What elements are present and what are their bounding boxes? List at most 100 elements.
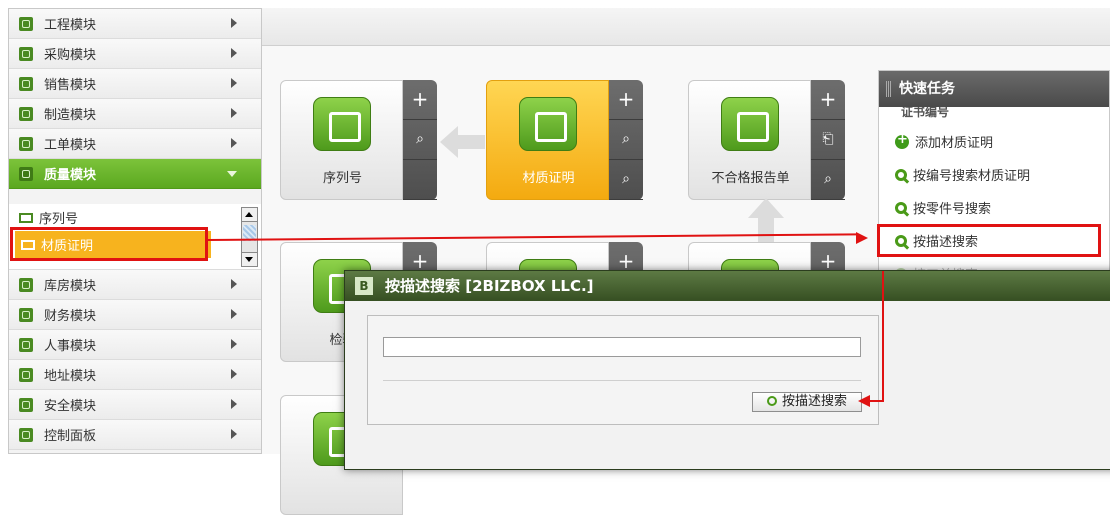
scroll-down-icon[interactable]: [242, 252, 257, 266]
flow-arrow-left-icon: [440, 126, 485, 158]
search-icon: [895, 168, 907, 181]
gear-warning-icon: [721, 97, 779, 151]
quick-item-label: 按零件号搜索: [913, 202, 992, 217]
quick-search-by-part[interactable]: 按零件号搜索: [879, 191, 1109, 224]
button-label: 按描述搜索: [781, 394, 847, 409]
search-icon: [766, 396, 777, 406]
quick-add-material-cert[interactable]: 添加材质证明: [879, 125, 1109, 158]
module-hr[interactable]: 人事模块: [9, 330, 261, 360]
chevron-right-icon: [231, 429, 237, 439]
dialog-titlebar[interactable]: B 按描述搜索 [2BIZBOX LLC.]: [345, 271, 1110, 301]
module-icon: [19, 337, 33, 352]
serial-number-icon: [313, 97, 371, 151]
module-finance[interactable]: 财务模块: [9, 300, 261, 330]
annotation-connector: [868, 400, 884, 402]
module-label: 工程模块: [44, 18, 97, 33]
module-icon: [19, 397, 33, 412]
tile-nonconformance[interactable]: 不合格报告单 + ⎗ ⌕: [688, 80, 845, 200]
plus-icon[interactable]: +: [811, 80, 845, 120]
quick-item-label: 按编号搜索材质证明: [913, 169, 1031, 184]
search-icon[interactable]: ⌕: [811, 160, 845, 200]
tile-actions: + ⌕: [403, 80, 437, 200]
module-engineering[interactable]: 工程模块: [9, 9, 261, 39]
dialog-form: 按描述搜索: [367, 315, 879, 425]
quick-item-label: 添加材质证明: [915, 136, 994, 151]
tile-serial-number[interactable]: 序列号 + ⌕: [280, 80, 437, 200]
dialog-title: 按描述搜索 [2BIZBOX LLC.]: [385, 277, 594, 295]
module-icon: [19, 16, 33, 31]
module-icon: [19, 136, 33, 151]
module-security[interactable]: 安全模块: [9, 390, 261, 420]
tile-material-cert[interactable]: 材质证明 + ⌕ ⌕: [486, 80, 643, 200]
plus-icon[interactable]: +: [403, 80, 437, 120]
module-icon: [19, 166, 33, 181]
tile-face[interactable]: 材质证明: [486, 80, 609, 200]
module-manufacturing[interactable]: 制造模块: [9, 99, 261, 129]
module-label: 销售模块: [44, 78, 97, 93]
search-icon: [895, 201, 907, 214]
modules-bottom: 库房模块 财务模块 人事模块 地址模块 安全模块 控制面板: [9, 270, 261, 450]
search-icon[interactable]: ⌕: [403, 120, 437, 160]
top-bar: [262, 8, 1110, 46]
quick-search-by-description[interactable]: 按描述搜索: [877, 224, 1101, 257]
chevron-right-icon: [231, 309, 237, 319]
chevron-right-icon: [231, 48, 237, 58]
module-label: 质量模块: [44, 168, 97, 183]
blank-action: [403, 160, 437, 200]
module-quality[interactable]: 质量模块: [9, 159, 261, 189]
chevron-right-icon: [231, 279, 237, 289]
divider: [383, 380, 861, 381]
tile-caption: 序列号: [322, 171, 362, 186]
search-icon[interactable]: ⌕: [609, 160, 643, 200]
module-label: 采购模块: [44, 48, 97, 63]
app-logo-icon: B: [355, 277, 373, 295]
tile-face[interactable]: 序列号: [280, 80, 403, 200]
document-icon[interactable]: ⎗: [811, 120, 845, 160]
module-icon: [19, 277, 33, 292]
module-label: 安全模块: [44, 399, 97, 414]
module-label: 控制面板: [44, 429, 97, 444]
search-by-description-button[interactable]: 按描述搜索: [752, 392, 862, 412]
search-icon[interactable]: ⌕: [609, 120, 643, 160]
plus-icon[interactable]: +: [609, 80, 643, 120]
tile-caption: 不合格报告单: [711, 171, 790, 186]
tile-actions: + ⎗ ⌕: [811, 80, 845, 200]
module-control-panel[interactable]: 控制面板: [9, 420, 261, 450]
module-icon: [19, 427, 33, 442]
quick-search-by-number[interactable]: 按编号搜索材质证明: [879, 158, 1109, 191]
tile-actions: + ⌕ ⌕: [609, 80, 643, 200]
module-icon: [19, 307, 33, 322]
certificate-icon: [519, 97, 577, 151]
description-search-input[interactable]: [383, 337, 861, 357]
module-workorder[interactable]: 工单模块: [9, 129, 261, 159]
tile-face[interactable]: 不合格报告单: [688, 80, 811, 200]
search-dialog: B 按描述搜索 [2BIZBOX LLC.] 按描述搜索: [344, 270, 1110, 470]
module-icon: [19, 76, 33, 91]
chevron-right-icon: [231, 18, 237, 28]
tile-caption: 材质证明: [522, 171, 575, 186]
search-icon: [895, 234, 907, 247]
quick-tasks-title: 快速任务: [879, 71, 1109, 107]
chevron-right-icon: [231, 138, 237, 148]
serial-icon: [19, 212, 33, 223]
chevron-right-icon: [231, 339, 237, 349]
add-icon: [895, 132, 909, 149]
chevron-right-icon: [231, 78, 237, 88]
scroll-up-icon[interactable]: [242, 208, 257, 222]
subitems-scrollbar[interactable]: [241, 207, 258, 267]
flow-arrow-up-icon: [748, 198, 784, 246]
annotation-arrowhead-icon: [856, 232, 868, 244]
module-icon: [19, 106, 33, 121]
quick-item-label: 按描述搜索: [913, 235, 979, 250]
module-warehouse[interactable]: 库房模块: [9, 270, 261, 300]
annotation-connector: [882, 271, 884, 401]
chevron-right-icon: [231, 369, 237, 379]
module-label: 地址模块: [44, 369, 97, 384]
subitem-label: 序列号: [39, 212, 79, 227]
module-label: 制造模块: [44, 108, 97, 123]
annotation-arrowhead-icon: [858, 395, 870, 407]
chevron-down-icon: [227, 171, 237, 177]
module-sales[interactable]: 销售模块: [9, 69, 261, 99]
module-purchasing[interactable]: 采购模块: [9, 39, 261, 69]
module-address[interactable]: 地址模块: [9, 360, 261, 390]
